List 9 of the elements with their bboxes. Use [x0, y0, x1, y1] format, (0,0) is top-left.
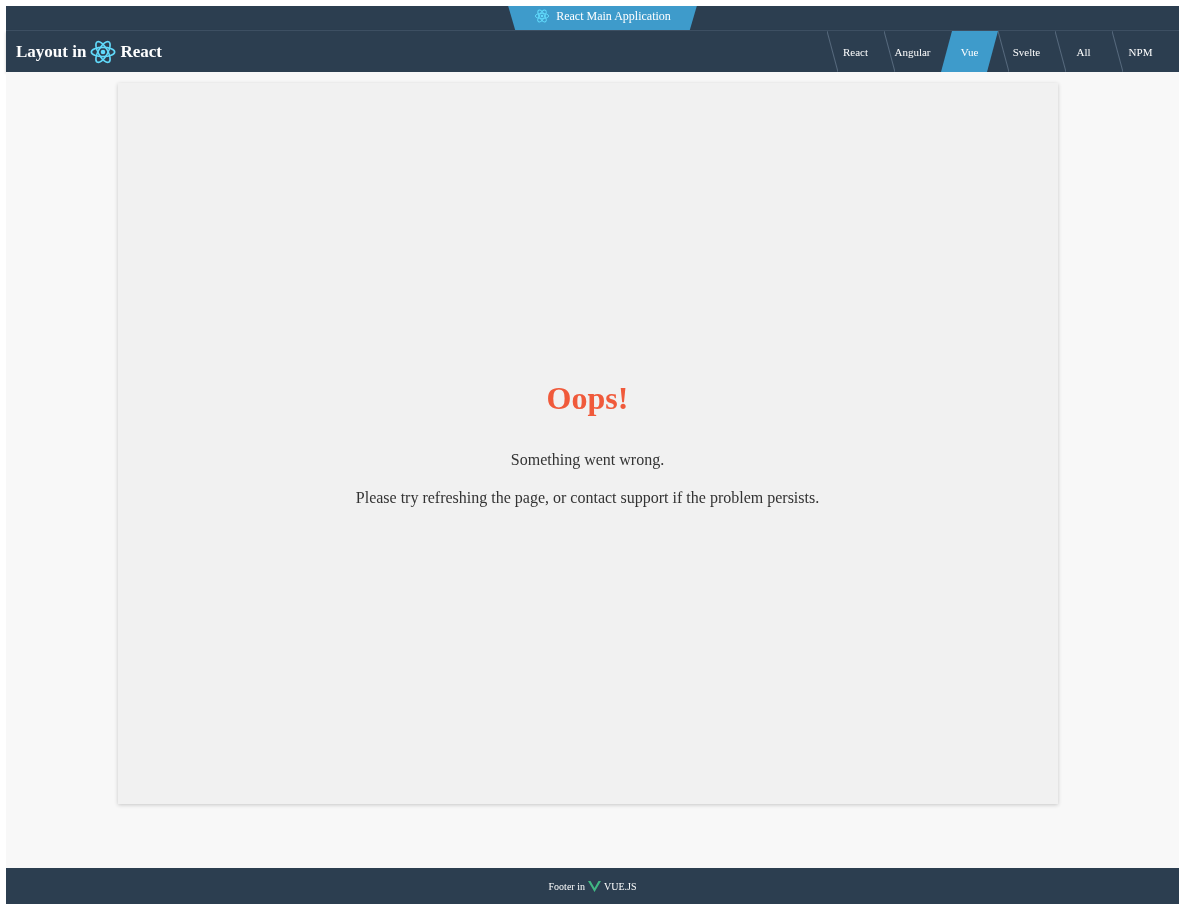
atom-icon: [534, 8, 551, 24]
brand-text: Layout in: [16, 41, 87, 62]
brand-text: React: [120, 41, 162, 62]
error-hint: Please try refreshing the page, or contact support if the problem persists.: [355, 489, 820, 507]
footer-text: Footer in: [548, 880, 585, 892]
error-message: Something went wrong.: [510, 451, 665, 469]
v-logo-icon: [587, 880, 601, 892]
footer-text: VUE.JS: [603, 880, 637, 892]
error-heading: Oops!: [546, 380, 629, 417]
